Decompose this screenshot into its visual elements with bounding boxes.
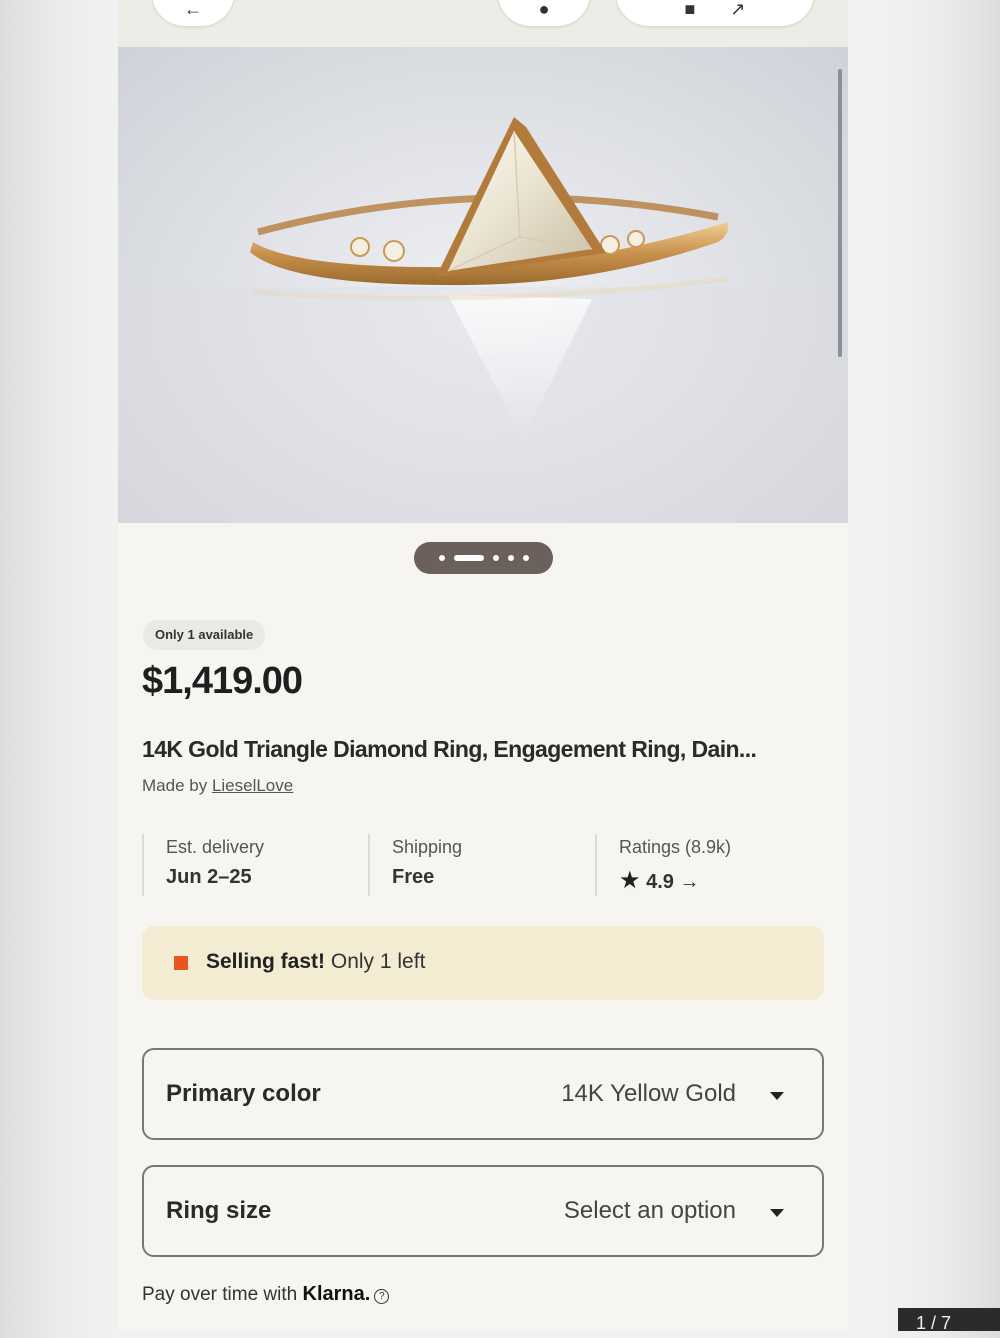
shipping-label: Shipping — [392, 837, 463, 857]
share-icon: ■ ↗ — [684, 0, 746, 19]
shop-link[interactable]: LieselLove — [212, 776, 293, 795]
carousel-dot[interactable] — [492, 555, 499, 561]
alert-strong: Selling fast! — [206, 950, 326, 973]
made-by-prefix: Made by — [142, 776, 212, 795]
top-bar: ← ● ■ ↗ — [118, 0, 848, 47]
share-favorite-button-group[interactable]: ■ ↗ — [616, 0, 814, 26]
primary-color-value: 14K Yellow Gold — [561, 1080, 736, 1107]
made-by-line: Made by LieselLove — [142, 776, 293, 796]
alert-message: Selling fast! Only 1 left — [206, 950, 425, 974]
klarna-payment-line[interactable]: Pay over time with Klarna.? — [142, 1283, 390, 1306]
carousel-dot-active[interactable] — [453, 555, 484, 561]
carousel-dot[interactable] — [507, 555, 514, 561]
info-icon[interactable]: ? — [374, 1289, 390, 1304]
product-price: $1,419.00 — [142, 660, 303, 702]
slide-counter: 1 / 7 — [898, 1308, 1000, 1333]
image-scrollbar[interactable] — [838, 69, 842, 357]
ratings-label: Ratings (8.9k) — [619, 837, 732, 857]
carousel-dot[interactable] — [522, 555, 529, 561]
product-title[interactable]: 14K Gold Triangle Diamond Ring, Engageme… — [142, 736, 757, 763]
delivery-info: Est. delivery Jun 2–25 — [142, 834, 368, 896]
chevron-down-icon — [770, 1092, 784, 1100]
shipping-info: Shipping Free — [368, 834, 596, 896]
ring-photo — [118, 117, 848, 523]
ring-size-select[interactable]: Ring size Select an option — [142, 1165, 824, 1257]
message-seller-button[interactable]: ● — [498, 0, 590, 26]
chat-icon: ● — [538, 0, 550, 19]
shipping-value: Free — [392, 866, 435, 888]
ratings-value-line[interactable]: ★ 4.9 → — [619, 866, 819, 895]
carousel-dot[interactable] — [438, 555, 445, 561]
delivery-label: Est. delivery — [166, 837, 265, 857]
carousel-indicator[interactable] — [414, 542, 553, 574]
product-image[interactable] — [118, 47, 848, 523]
info-row: Est. delivery Jun 2–25 Shipping Free Rat… — [142, 834, 822, 896]
ratings-info[interactable]: Ratings (8.9k) ★ 4.9 → — [595, 834, 819, 896]
klarna-prefix: Pay over time with — [142, 1284, 303, 1305]
arrow-right-icon: → — [679, 871, 700, 893]
selling-fast-alert: Selling fast! Only 1 left — [142, 926, 824, 1000]
ratings-value: 4.9 — [646, 871, 674, 893]
star-icon: ★ — [619, 867, 641, 894]
back-arrow-icon: ← — [184, 0, 202, 19]
primary-color-select[interactable]: Primary color 14K Yellow Gold — [142, 1048, 824, 1140]
ring-size-value: Select an option — [563, 1197, 736, 1224]
chevron-down-icon — [770, 1209, 784, 1217]
back-button[interactable]: ← — [152, 0, 234, 26]
product-page: ← ● ■ ↗ Only 1 available $1,419.00 14K G… — [118, 0, 848, 1331]
ring-size-label: Ring size — [166, 1197, 272, 1224]
klarna-brand: Klarna. — [302, 1283, 371, 1305]
alert-text: Only 1 left — [325, 950, 426, 973]
primary-color-label: Primary color — [166, 1080, 321, 1107]
alert-indicator-icon — [174, 956, 188, 970]
availability-badge: Only 1 available — [143, 620, 266, 650]
delivery-value: Jun 2–25 — [166, 866, 252, 888]
